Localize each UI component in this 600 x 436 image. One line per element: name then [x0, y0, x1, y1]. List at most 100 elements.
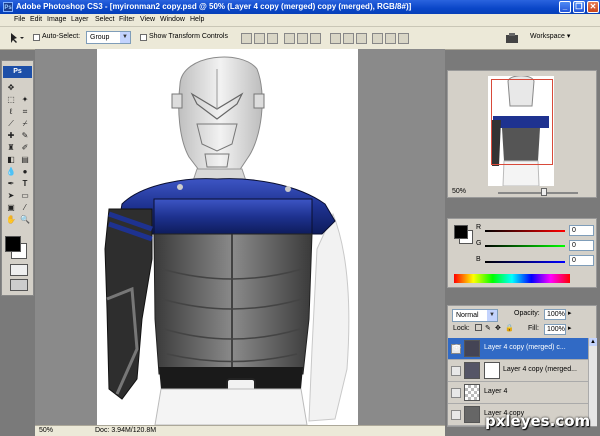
bridge-icon[interactable]	[505, 32, 519, 44]
layer-name[interactable]: Layer 4 copy (merged) c...	[484, 344, 566, 351]
workspace-button[interactable]: Workspace ▾	[530, 32, 570, 42]
healing-icon[interactable]: ✚	[5, 130, 17, 141]
menu-layer[interactable]: Layer	[71, 15, 89, 25]
menu-view[interactable]: View	[140, 15, 155, 25]
navigator-zoom[interactable]: 50%	[452, 188, 466, 195]
eraser-icon[interactable]: ◧	[5, 154, 17, 165]
layer-row-selected[interactable]: 👁 Layer 4 copy (merged) c...	[448, 338, 588, 360]
auto-select-checkbox[interactable]	[33, 34, 40, 41]
options-bar: Auto-Select: Group ▼ Show Transform Cont…	[0, 27, 600, 50]
menu-image[interactable]: Image	[47, 15, 66, 25]
layer-visibility-eye-icon[interactable]	[451, 410, 461, 420]
lasso-icon[interactable]: ℓ	[5, 106, 17, 117]
red-slider[interactable]	[485, 230, 565, 232]
crop-icon[interactable]: ⌗	[19, 106, 31, 117]
magic-wand-icon[interactable]: ✦	[19, 94, 31, 105]
type-icon[interactable]: T	[19, 178, 31, 189]
blue-slider[interactable]	[485, 261, 565, 263]
chevron-down-icon: ▼	[120, 32, 130, 43]
show-transform-checkbox[interactable]	[140, 34, 147, 41]
align-right-icon[interactable]	[310, 33, 321, 44]
distribute-vcenter-icon[interactable]	[343, 33, 354, 44]
menu-select[interactable]: Select	[95, 15, 114, 25]
lock-label: Lock:	[453, 325, 470, 332]
layer-row[interactable]: Layer 4	[448, 382, 588, 404]
layer-visibility-eye-icon[interactable]	[451, 388, 461, 398]
history-brush-icon[interactable]: ✐	[19, 142, 31, 153]
move-icon[interactable]: ✥	[5, 82, 17, 93]
opacity-arrow-icon[interactable]: ▸	[568, 309, 572, 317]
move-tool-preset-icon[interactable]	[6, 32, 24, 44]
green-slider[interactable]	[485, 245, 565, 247]
brush-icon[interactable]: ✎	[19, 130, 31, 141]
distribute-top-icon[interactable]	[330, 33, 341, 44]
document-canvas[interactable]	[97, 49, 358, 426]
red-value-field[interactable]: 0	[569, 225, 594, 236]
green-value-field[interactable]: 0	[569, 240, 594, 251]
eyedropper-icon[interactable]: ⌿	[19, 118, 31, 129]
stamp-icon[interactable]: ♜	[5, 142, 17, 153]
color-panel: R 0 G 0 B 0	[447, 218, 597, 288]
zoom-icon[interactable]: 🔍	[19, 214, 31, 225]
opacity-field[interactable]: 100%	[544, 309, 566, 320]
layer-thumbnail	[464, 406, 480, 423]
layer-thumbnail	[464, 362, 480, 379]
menu-filter[interactable]: Filter	[119, 15, 135, 25]
photoshop-logo: Ps	[3, 66, 32, 78]
align-bottom-icon[interactable]	[267, 33, 278, 44]
menu-help[interactable]: Help	[190, 15, 204, 25]
close-button[interactable]: ✕	[587, 1, 599, 13]
lock-all-icon[interactable]: 🔒	[505, 324, 514, 332]
foreground-color-swatch[interactable]	[5, 236, 21, 252]
distribute-bottom-icon[interactable]	[356, 33, 367, 44]
quick-mask-icon[interactable]	[10, 264, 28, 276]
lock-transparency-icon[interactable]	[475, 324, 482, 331]
navigator-slider-handle[interactable]	[541, 188, 547, 196]
lock-move-icon[interactable]: ✥	[495, 324, 501, 332]
eyedropper-2-icon[interactable]: ⁄	[19, 202, 31, 213]
notes-icon[interactable]: ▣	[5, 202, 17, 213]
layer-thumbnail	[464, 384, 480, 401]
layer-row[interactable]: Layer 4 copy (merged...	[448, 360, 588, 382]
menu-edit[interactable]: Edit	[30, 15, 42, 25]
align-hcenter-icon[interactable]	[297, 33, 308, 44]
marquee-icon[interactable]: ⬚	[5, 94, 17, 105]
blur-icon[interactable]: 💧	[5, 166, 17, 177]
blend-mode-dropdown[interactable]: Normal ▼	[452, 309, 498, 322]
align-left-icon[interactable]	[284, 33, 295, 44]
menu-window[interactable]: Window	[160, 15, 185, 25]
restore-button[interactable]: ❐	[573, 1, 585, 13]
blue-value-field[interactable]: 0	[569, 255, 594, 266]
minimize-button[interactable]: _	[559, 1, 571, 13]
align-vcenter-icon[interactable]	[254, 33, 265, 44]
scroll-up-icon[interactable]: ▲	[589, 338, 597, 346]
distribute-left-icon[interactable]	[372, 33, 383, 44]
pen-icon[interactable]: ✒	[5, 178, 17, 189]
layer-visibility-eye-icon[interactable]	[451, 366, 461, 376]
lock-paint-icon[interactable]: ✎	[485, 324, 491, 332]
path-select-icon[interactable]: ➤	[5, 190, 17, 201]
fill-arrow-icon[interactable]: ▸	[568, 324, 572, 332]
navigator-zoom-slider[interactable]	[498, 192, 578, 194]
align-top-icon[interactable]	[241, 33, 252, 44]
gradient-icon[interactable]: ▤	[19, 154, 31, 165]
distribute-right-icon[interactable]	[398, 33, 409, 44]
layer-name[interactable]: Layer 4 copy (merged...	[503, 366, 577, 373]
layer-name[interactable]: Layer 4	[484, 388, 507, 395]
screen-mode-icon[interactable]	[10, 279, 28, 291]
slice-icon[interactable]: ⟋	[5, 118, 17, 129]
dodge-icon[interactable]: ●	[19, 166, 31, 177]
opacity-label: Opacity:	[514, 310, 540, 317]
menu-file[interactable]: File	[14, 15, 25, 25]
distribute-hcenter-icon[interactable]	[385, 33, 396, 44]
fill-field[interactable]: 100%	[544, 324, 566, 335]
navigator-panel: 50%	[447, 70, 597, 198]
layer-visibility-eye-icon[interactable]: 👁	[451, 344, 461, 354]
shape-icon[interactable]: ▭	[19, 190, 31, 201]
hand-icon[interactable]: ✋	[5, 214, 17, 225]
color-spectrum-ramp[interactable]	[454, 274, 570, 283]
navigator-view-box[interactable]	[491, 79, 553, 165]
color-fg-swatch[interactable]	[454, 225, 468, 239]
fill-label: Fill:	[528, 325, 539, 332]
auto-select-dropdown[interactable]: Group ▼	[86, 31, 131, 44]
